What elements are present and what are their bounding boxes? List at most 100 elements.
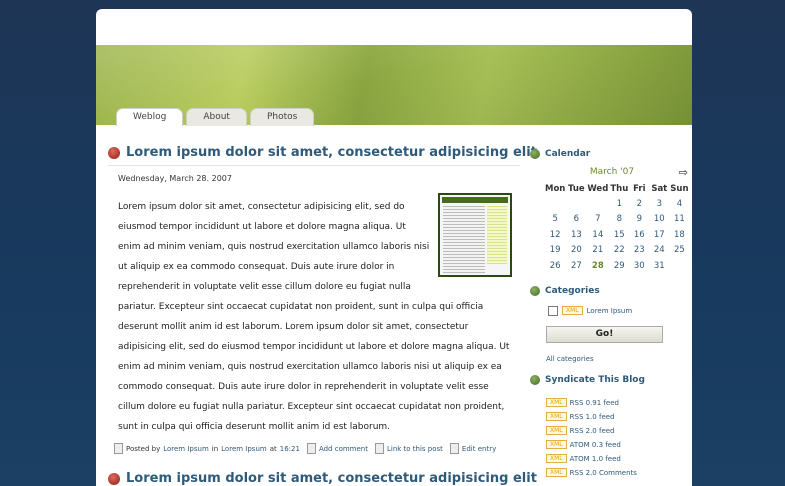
- calendar-day[interactable]: 4: [669, 196, 689, 212]
- calendar-day[interactable]: 14: [586, 227, 609, 243]
- time-link[interactable]: 16:21: [280, 445, 300, 453]
- feed-link[interactable]: RSS 1.0 feed: [570, 413, 615, 421]
- calendar-day[interactable]: 10: [649, 212, 669, 228]
- post-date: Wednesday, March 28. 2007: [118, 174, 232, 183]
- document-icon: [114, 443, 123, 454]
- nav-tabs: Weblog About Photos: [116, 108, 315, 126]
- post-title[interactable]: Lorem ipsum dolor sit amet, consectetur …: [126, 471, 537, 486]
- post-bullet-icon: [108, 146, 120, 159]
- calendar-day[interactable]: 22: [609, 243, 629, 259]
- post-body: Lorem ipsum dolor sit amet, consectetur …: [118, 193, 512, 437]
- calendar-day[interactable]: [544, 196, 566, 212]
- calendar-day-header: Sat: [651, 183, 668, 194]
- feed-link[interactable]: RSS 2.0 Comments: [570, 469, 637, 477]
- calendar-day[interactable]: 17: [649, 227, 669, 243]
- author-link[interactable]: Lorem Ipsum: [163, 445, 209, 453]
- xml-feed-badge[interactable]: XML: [546, 454, 567, 463]
- second-post-title-row: Lorem ipsum dolor sit amet, consectetur …: [108, 471, 537, 486]
- calendar-day[interactable]: 7: [586, 212, 609, 228]
- calendar: March '07 ⇨ Mon Tue Wed Thu Fri Sat Sun 123456…: [530, 166, 690, 274]
- calendar-day[interactable]: 8: [609, 212, 629, 228]
- calendar-day[interactable]: 21: [586, 243, 609, 259]
- calendar-day[interactable]: 19: [544, 243, 566, 259]
- categories-heading-text: Categories: [545, 285, 600, 296]
- go-button[interactable]: Go!: [546, 325, 663, 343]
- post-footer: Posted by Lorem Ipsum in Lorem Ipsum at …: [114, 443, 520, 454]
- feed-link[interactable]: ATOM 0.3 feed: [570, 441, 621, 449]
- posted-by-label: Posted by: [126, 444, 161, 453]
- calendar-day[interactable]: 25: [669, 243, 689, 259]
- xml-feed-badge[interactable]: XML: [546, 412, 567, 421]
- leaf-icon: [530, 149, 540, 159]
- feed-item: XML ATOM 0.3 feed: [546, 438, 690, 452]
- calendar-day[interactable]: 11: [669, 212, 689, 228]
- calendar-grid: Mon Tue Wed Thu Fri Sat Sun 1 2 3 4 5 6 7 8 9 10 11 12 13 1…: [544, 181, 690, 274]
- calendar-day[interactable]: 28: [586, 258, 609, 274]
- calendar-day[interactable]: 13: [566, 227, 586, 243]
- post-title-row: Lorem ipsum dolor sit amet, consectetur …: [108, 145, 537, 166]
- tab-about[interactable]: About: [186, 108, 247, 126]
- xml-feed-badge[interactable]: XML: [562, 306, 583, 315]
- feed-item: XML RSS 1.0 feed: [546, 410, 690, 424]
- calendar-day[interactable]: 24: [649, 243, 669, 259]
- category-checkbox[interactable]: [548, 305, 558, 316]
- calendar-day[interactable]: 12: [544, 227, 566, 243]
- feed-item: XML RSS 0.91 feed: [546, 396, 690, 410]
- calendar-day[interactable]: 18: [669, 227, 689, 243]
- categories-heading: Categories: [530, 285, 690, 296]
- tab-weblog[interactable]: Weblog: [116, 108, 184, 126]
- calendar-day[interactable]: 27: [566, 258, 586, 274]
- feed-link[interactable]: ATOM 1.0 feed: [570, 455, 621, 463]
- calendar-day[interactable]: 3: [649, 196, 669, 212]
- calendar-day[interactable]: [566, 196, 586, 212]
- category-link[interactable]: Lorem Ipsum: [221, 445, 267, 453]
- xml-feed-badge[interactable]: XML: [546, 468, 567, 477]
- calendar-day[interactable]: 6: [566, 212, 586, 228]
- syndicate-heading: Syndicate This Blog: [530, 374, 690, 385]
- xml-feed-badge[interactable]: XML: [546, 440, 567, 449]
- calendar-day[interactable]: [586, 196, 609, 212]
- calendar-day[interactable]: 9: [629, 212, 649, 228]
- link-icon: [374, 443, 384, 454]
- calendar-day[interactable]: 26: [544, 258, 566, 274]
- post-bullet-icon: [108, 472, 120, 485]
- sidebar: Calendar March '07 ⇨ Mon Tue Wed Thu Fri Sat S…: [530, 149, 690, 480]
- calendar-day[interactable]: 1: [609, 196, 629, 212]
- feed-list: XML RSS 0.91 feed XML RSS 1.0 feed XML RSS 2.…: [546, 396, 690, 480]
- post-title[interactable]: Lorem ipsum dolor sit amet, consectetur …: [126, 145, 537, 160]
- category-link[interactable]: Lorem Ipsum: [587, 307, 633, 315]
- feed-link[interactable]: RSS 0.91 feed: [570, 399, 619, 407]
- calendar-day[interactable]: 31: [649, 258, 669, 274]
- calendar-day[interactable]: [669, 258, 689, 274]
- edit-entry-link[interactable]: Edit entry: [462, 445, 496, 453]
- calendar-day[interactable]: 20: [566, 243, 586, 259]
- calendar-heading-text: Calendar: [545, 149, 591, 159]
- tab-photos[interactable]: Photos: [249, 108, 315, 126]
- feed-link[interactable]: RSS 2.0 feed: [570, 427, 615, 435]
- calendar-day[interactable]: 2: [629, 196, 649, 212]
- all-categories-link[interactable]: All categories: [546, 355, 690, 363]
- at-label: at: [269, 444, 277, 453]
- add-comment-link[interactable]: Add comment: [319, 445, 368, 453]
- calendar-day[interactable]: 16: [629, 227, 649, 243]
- calendar-day-header: Tue: [568, 183, 585, 194]
- calendar-day[interactable]: 15: [609, 227, 629, 243]
- calendar-day[interactable]: 23: [629, 243, 649, 259]
- next-month-arrow-icon[interactable]: ⇨: [679, 166, 688, 179]
- xml-feed-badge[interactable]: XML: [546, 426, 567, 435]
- permalink-link[interactable]: Link to this post: [387, 445, 443, 453]
- calendar-day-header: Thu: [610, 183, 629, 194]
- calendar-day[interactable]: 30: [629, 258, 649, 274]
- calendar-day[interactable]: 5: [544, 212, 566, 228]
- xml-feed-badge[interactable]: XML: [546, 398, 567, 407]
- calendar-day-header: Fri: [633, 183, 646, 194]
- calendar-day[interactable]: 29: [609, 258, 629, 274]
- feed-item: XML RSS 2.0 feed: [546, 424, 690, 438]
- edit-icon: [449, 443, 459, 454]
- post-thumbnail-image[interactable]: [438, 193, 512, 277]
- syndicate-heading-text: Syndicate This Blog: [545, 374, 645, 385]
- calendar-heading: Calendar: [530, 149, 690, 159]
- calendar-day-header: Mon: [545, 183, 566, 194]
- calendar-month: March '07: [589, 167, 635, 177]
- comment-icon: [306, 443, 316, 454]
